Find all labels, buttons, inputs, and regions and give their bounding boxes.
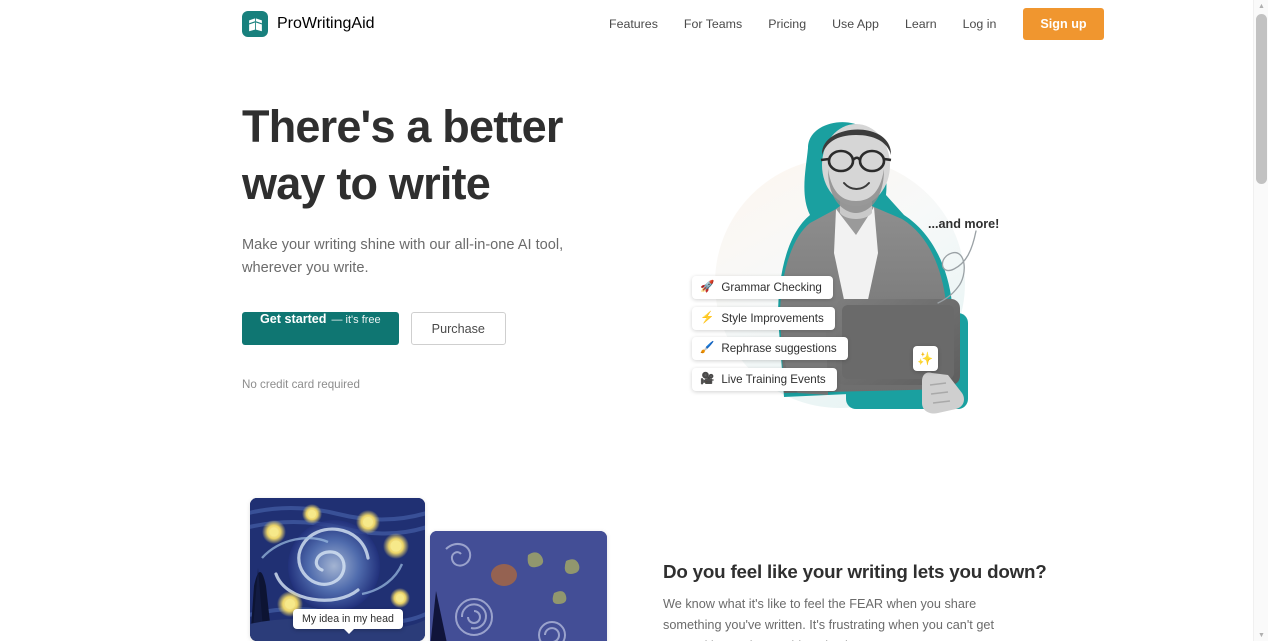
feature-badge-rephrase-suggestions[interactable]: 🖌️ Rephrase suggestions bbox=[692, 337, 848, 360]
get-started-label: Get started bbox=[260, 312, 327, 326]
video-camera-icon: 🎥 bbox=[700, 372, 715, 385]
nav-link-features[interactable]: Features bbox=[596, 17, 671, 31]
writing-lets-you-down-section: My idea in my head Do you feel like your… bbox=[0, 478, 1253, 641]
lightning-icon: ⚡ bbox=[700, 311, 715, 324]
brand-logo[interactable]: ProWritingAid bbox=[242, 11, 375, 37]
purchase-button[interactable]: Purchase bbox=[410, 312, 506, 345]
page-title: There's a better way to write bbox=[242, 98, 582, 212]
page-scrollbar[interactable]: ▲ ▼ bbox=[1253, 0, 1268, 641]
hero-copy: There's a better way to write Make your … bbox=[242, 98, 662, 391]
main-navigation: Features For Teams Pricing Use App Learn… bbox=[596, 0, 1104, 48]
hero-cta-group: Get started — it's free Purchase bbox=[242, 312, 662, 345]
brand-name: ProWritingAid bbox=[277, 15, 375, 32]
page-root: ProWritingAid Features For Teams Pricing… bbox=[0, 0, 1268, 641]
nav-link-log-in[interactable]: Log in bbox=[950, 17, 1010, 31]
browser-viewport: ProWritingAid Features For Teams Pricing… bbox=[0, 0, 1253, 641]
and-more-annotation: ...and more! bbox=[928, 217, 1000, 231]
nav-link-learn[interactable]: Learn bbox=[892, 17, 950, 31]
scroll-up-arrow-icon[interactable]: ▲ bbox=[1254, 0, 1268, 12]
hero-title-line-2: way to write bbox=[242, 158, 491, 209]
feature-badge-label: Grammar Checking bbox=[721, 281, 822, 294]
hero-illustration: ...and more! 🚀 Grammar Checking ⚡ Style … bbox=[660, 103, 1020, 433]
feature-badge-label: Style Improvements bbox=[721, 312, 824, 325]
nav-link-for-teams[interactable]: For Teams bbox=[671, 17, 755, 31]
paintbrush-icon: 🖌️ bbox=[700, 341, 715, 354]
get-started-free-note: — it's free bbox=[331, 314, 381, 326]
feature-badge-label: Live Training Events bbox=[721, 373, 826, 386]
section2-copy: Do you feel like your writing lets you d… bbox=[663, 561, 1063, 641]
scrollbar-thumb[interactable] bbox=[1256, 14, 1267, 184]
hero-section: There's a better way to write Make your … bbox=[0, 48, 1253, 478]
nav-link-pricing[interactable]: Pricing bbox=[755, 17, 819, 31]
hero-subtitle: Make your writing shine with our all-in-… bbox=[242, 237, 564, 276]
scroll-down-arrow-icon[interactable]: ▼ bbox=[1254, 629, 1268, 641]
feature-badge-style-improvements[interactable]: ⚡ Style Improvements bbox=[692, 307, 835, 330]
no-credit-card-note: No credit card required bbox=[242, 378, 360, 391]
rocket-icon: 🚀 bbox=[700, 280, 715, 293]
nav-link-use-app[interactable]: Use App bbox=[819, 17, 892, 31]
book-logo-icon bbox=[242, 11, 268, 37]
sign-up-button[interactable]: Sign up bbox=[1023, 8, 1104, 40]
section2-body: We know what it's like to feel the FEAR … bbox=[663, 597, 994, 641]
curly-pointer-icon bbox=[937, 230, 977, 304]
hero-title-line-1: There's a better bbox=[242, 101, 563, 152]
simplified-starry-night-image bbox=[430, 531, 607, 641]
site-header: ProWritingAid Features For Teams Pricing… bbox=[0, 0, 1253, 48]
sparkles-icon: ✨ bbox=[913, 346, 938, 371]
starry-night-comparison-images: My idea in my head bbox=[250, 498, 607, 641]
feature-badge-grammar-checking[interactable]: 🚀 Grammar Checking bbox=[692, 276, 833, 299]
section2-title: Do you feel like your writing lets you d… bbox=[663, 561, 1047, 582]
feature-badge-live-training-events[interactable]: 🎥 Live Training Events bbox=[692, 368, 837, 391]
feature-badge-label: Rephrase suggestions bbox=[721, 342, 837, 355]
get-started-button[interactable]: Get started — it's free bbox=[242, 312, 399, 345]
image-caption-my-idea: My idea in my head bbox=[293, 609, 403, 634]
